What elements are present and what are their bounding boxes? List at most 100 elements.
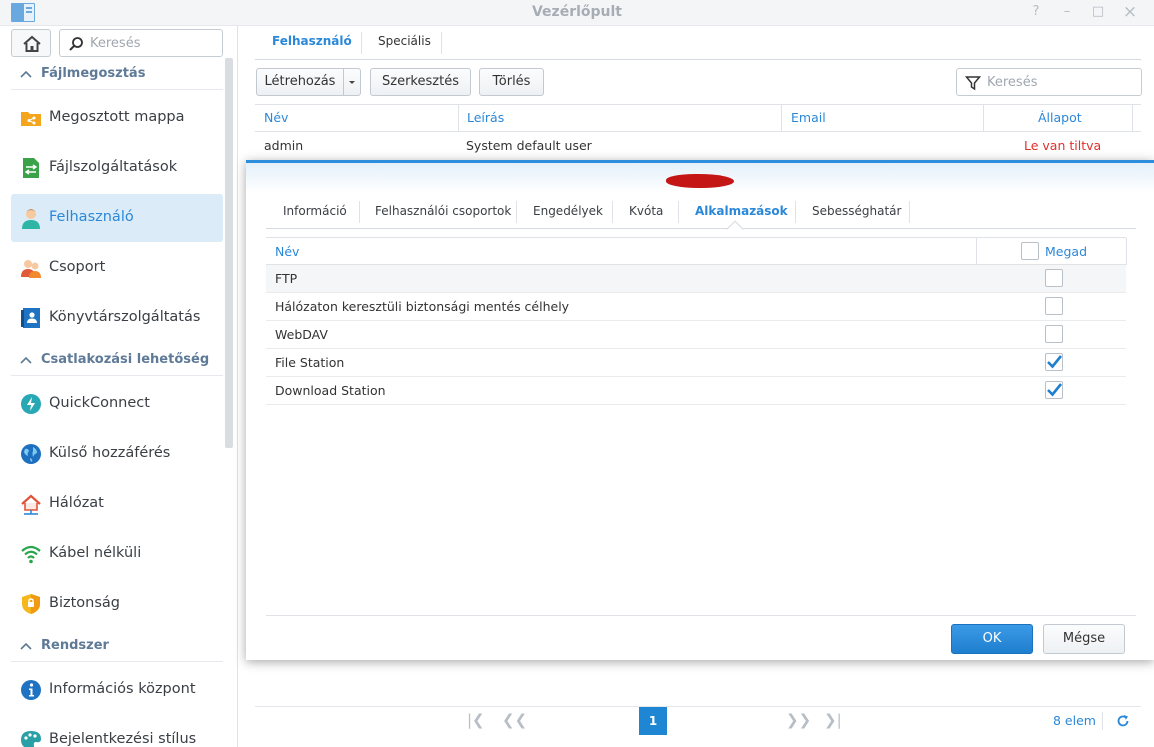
user-search-placeholder: Keresés [987, 75, 1038, 90]
section-connectivity[interactable]: Csatlakozási lehetőség [11, 346, 223, 376]
edit-button[interactable]: Szerkesztés [370, 68, 471, 96]
sidebar-item-quickconnect[interactable]: QuickConnect [11, 380, 223, 428]
checkmark-icon [1047, 383, 1063, 397]
sidebar-item-wireless[interactable]: Kábel nélküli [11, 530, 223, 578]
user-search-input[interactable]: Keresés [956, 68, 1142, 96]
section-system[interactable]: Rendszer [11, 632, 223, 662]
sidebar-item-label: Információs központ [49, 681, 196, 697]
column-header-email[interactable]: Email [791, 110, 826, 125]
column-divider [781, 105, 782, 132]
column-divider [1132, 105, 1133, 132]
current-page[interactable]: 1 [639, 707, 667, 735]
user-icon [22, 209, 40, 229]
tab-separator [359, 201, 360, 223]
tab-speed-limit[interactable]: Sebességhatár [812, 196, 901, 226]
sidebar-item-external-access[interactable]: Külső hozzáférés [11, 430, 223, 478]
allow-checkbox-download-station[interactable] [1045, 381, 1063, 399]
last-page-icon[interactable]: ❯| [824, 711, 842, 729]
redacted-title-mark [666, 174, 734, 188]
app-name: File Station [275, 355, 345, 370]
applications-table-header: Név Megad [266, 237, 1127, 265]
allow-checkbox-webdav[interactable] [1045, 325, 1063, 343]
column-header-status[interactable]: Állapot [1038, 110, 1082, 125]
sidebar-item-user[interactable]: Felhasználó [11, 194, 223, 242]
sidebar-item-network[interactable]: Hálózat [11, 480, 223, 528]
chevron-up-icon [20, 356, 32, 364]
tab-permissions[interactable]: Engedélyek [533, 196, 603, 226]
select-all-checkbox[interactable] [1021, 242, 1039, 260]
palette-icon [21, 731, 41, 747]
column-header-allow[interactable]: Megad [1045, 244, 1087, 259]
network-icon [21, 494, 41, 515]
tab-info[interactable]: Információ [283, 196, 347, 226]
sidebar-item-directory[interactable]: Könyvtárszolgáltatás [11, 294, 223, 342]
tab-advanced[interactable]: Speciális [378, 26, 431, 59]
pagination-bar: |❮ ❮❮ 1 ❯❯ ❯| 8 elem [255, 706, 1141, 735]
column-header-name[interactable]: Név [275, 244, 299, 259]
table-row[interactable]: admin System default user Le van tiltva [255, 132, 1141, 160]
directory-icon [21, 308, 40, 328]
caret-down-icon [349, 81, 355, 84]
prev-page-icon[interactable]: ❮❮ [502, 711, 527, 729]
sidebar-item-file-services[interactable]: Fájlszolgáltatások [11, 144, 223, 192]
user-table-header: Név Leírás Email Állapot [255, 104, 1141, 132]
table-row[interactable]: FTP [266, 265, 1126, 293]
table-row[interactable]: Download Station [266, 377, 1126, 405]
table-row[interactable]: Hálózaton keresztüli biztonsági mentés c… [266, 293, 1126, 321]
column-divider [976, 238, 977, 265]
sidebar-search-input[interactable]: Keresés [59, 29, 223, 57]
section-file-sharing[interactable]: Fájlmegosztás [11, 60, 223, 90]
sidebar-item-shared-folder[interactable]: Megosztott mappa [11, 94, 223, 142]
cell-name: admin [264, 138, 304, 153]
tab-user[interactable]: Felhasználó [272, 26, 352, 59]
next-page-icon[interactable]: ❯❯ [786, 711, 811, 729]
sidebar-item-security[interactable]: Biztonság [11, 580, 223, 628]
cell-status: Le van tiltva [1024, 138, 1102, 153]
sidebar-item-group[interactable]: Csoport [11, 244, 223, 292]
group-icon [21, 260, 41, 278]
allow-checkbox-file-station[interactable] [1045, 353, 1063, 371]
sidebar-item-info-center[interactable]: Információs központ [11, 666, 223, 714]
sidebar-item-label: QuickConnect [49, 395, 150, 411]
info-icon [21, 680, 41, 700]
create-button[interactable]: Létrehozás [256, 68, 344, 96]
tab-separator [795, 201, 796, 223]
tab-applications[interactable]: Alkalmazások [695, 196, 788, 226]
column-divider [983, 105, 984, 132]
sidebar-item-login-style[interactable]: Bejelentkezési stílus [11, 716, 223, 747]
column-header-description[interactable]: Leírás [467, 110, 504, 125]
checkmark-icon [1047, 355, 1063, 369]
help-button[interactable]: ? [1027, 3, 1045, 21]
first-page-icon[interactable]: |❮ [467, 711, 485, 729]
chevron-up-icon [20, 70, 32, 78]
dialog-footer-divider [266, 615, 1136, 616]
allow-checkbox-network-backup[interactable] [1045, 297, 1063, 315]
tab-user-groups[interactable]: Felhasználói csoportok [375, 196, 511, 226]
sidebar-scrollbar[interactable] [225, 58, 233, 448]
sidebar-item-label: Könyvtárszolgáltatás [49, 309, 201, 325]
tab-quota[interactable]: Kvóta [629, 196, 663, 226]
table-row[interactable]: File Station [266, 349, 1126, 377]
sidebar-item-label: Megosztott mappa [49, 109, 185, 125]
home-icon [23, 35, 41, 52]
home-button[interactable] [11, 29, 51, 57]
maximize-button[interactable]: □ [1089, 3, 1107, 21]
chevron-up-icon [20, 642, 32, 650]
sidebar-item-label: Bejelentkezési stílus [49, 731, 197, 747]
close-button[interactable]: × [1121, 3, 1139, 21]
minimize-button[interactable]: – [1058, 3, 1076, 21]
ok-button[interactable]: OK [951, 624, 1033, 654]
cancel-button[interactable]: Mégse [1043, 624, 1125, 654]
sidebar-item-label: Felhasználó [49, 209, 134, 225]
sidebar-item-label: Hálózat [49, 495, 104, 511]
table-row[interactable]: WebDAV [266, 321, 1126, 349]
app-name: Download Station [275, 383, 386, 398]
delete-button[interactable]: Törlés [479, 68, 544, 96]
column-divider [1126, 238, 1127, 265]
allow-checkbox-ftp[interactable] [1045, 269, 1063, 287]
user-table: Név Leírás Email Állapot admin System de… [255, 104, 1141, 160]
column-header-name[interactable]: Név [264, 110, 288, 125]
refresh-icon[interactable] [1116, 714, 1130, 728]
create-dropdown-button[interactable] [343, 68, 361, 96]
globe-icon [21, 444, 41, 464]
